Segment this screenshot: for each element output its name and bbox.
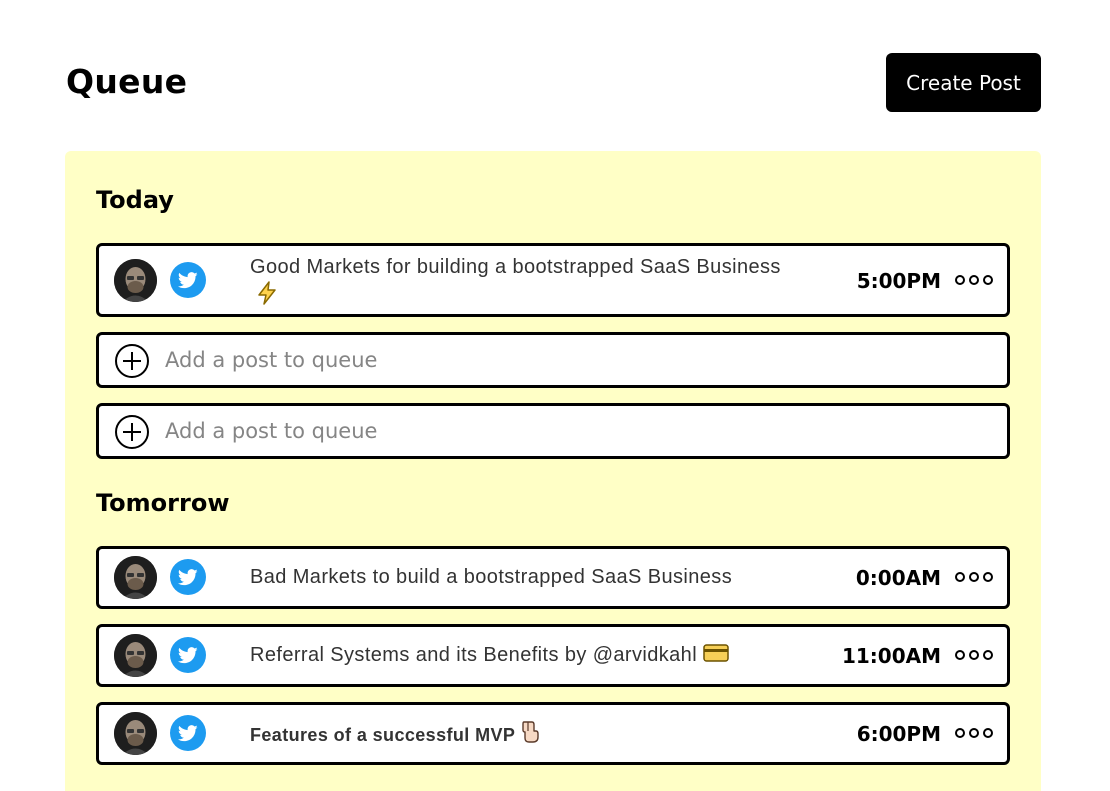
add-post-slot[interactable]: Add a post to queue	[96, 332, 1010, 388]
plus-circle-icon	[115, 344, 149, 378]
post-time: 6:00PM	[856, 722, 941, 746]
day-heading-tomorrow: Tomorrow	[96, 489, 230, 517]
post-text-content: Good Markets for building a bootstrapped…	[250, 256, 781, 278]
post-text: Bad Markets to build a bootstrapped SaaS…	[250, 563, 790, 591]
post-text: Referral Systems and its Benefits by @ar…	[250, 641, 790, 670]
page-title: Queue	[66, 62, 188, 101]
add-post-slot[interactable]: Add a post to queue	[96, 403, 1010, 459]
post-time: 11:00AM	[841, 644, 941, 668]
post-text-content: Referral Systems and its Benefits by @ar…	[250, 644, 698, 666]
queue-post-card[interactable]: Good Markets for building a bootstrapped…	[96, 243, 1010, 317]
more-options-icon[interactable]	[955, 648, 993, 662]
queue-post-card[interactable]: Features of a successful MVP 6:00PM	[96, 702, 1010, 765]
avatar	[114, 712, 157, 755]
queue-post-card[interactable]: Referral Systems and its Benefits by @ar…	[96, 624, 1010, 687]
twitter-icon	[170, 262, 206, 298]
post-text: Features of a successful MVP	[250, 720, 790, 752]
more-options-icon[interactable]	[955, 273, 993, 287]
more-options-icon[interactable]	[955, 726, 993, 740]
add-post-label: Add a post to queue	[165, 419, 378, 443]
create-post-button[interactable]: Create Post	[886, 53, 1041, 112]
pointing-down-hand-icon	[521, 720, 539, 752]
queue-post-card[interactable]: Bad Markets to build a bootstrapped SaaS…	[96, 546, 1010, 609]
avatar	[114, 259, 157, 302]
plus-circle-icon	[115, 415, 149, 449]
more-options-icon[interactable]	[955, 570, 993, 584]
avatar	[114, 634, 157, 677]
credit-card-icon	[703, 642, 729, 670]
queue-panel: Today Good Markets for building a bootst…	[65, 151, 1041, 791]
post-text-content: Features of a successful MVP	[250, 724, 516, 745]
post-time: 5:00PM	[856, 269, 941, 293]
post-text: Good Markets for building a bootstrapped…	[250, 253, 790, 313]
avatar	[114, 556, 157, 599]
day-heading-today: Today	[96, 186, 174, 214]
twitter-icon	[170, 559, 206, 595]
post-time: 0:00AM	[855, 566, 941, 590]
post-text-content: Bad Markets to build a bootstrapped SaaS…	[250, 566, 733, 588]
twitter-icon	[170, 637, 206, 673]
twitter-icon	[170, 715, 206, 751]
add-post-label: Add a post to queue	[165, 348, 378, 372]
lightning-icon	[256, 281, 278, 313]
